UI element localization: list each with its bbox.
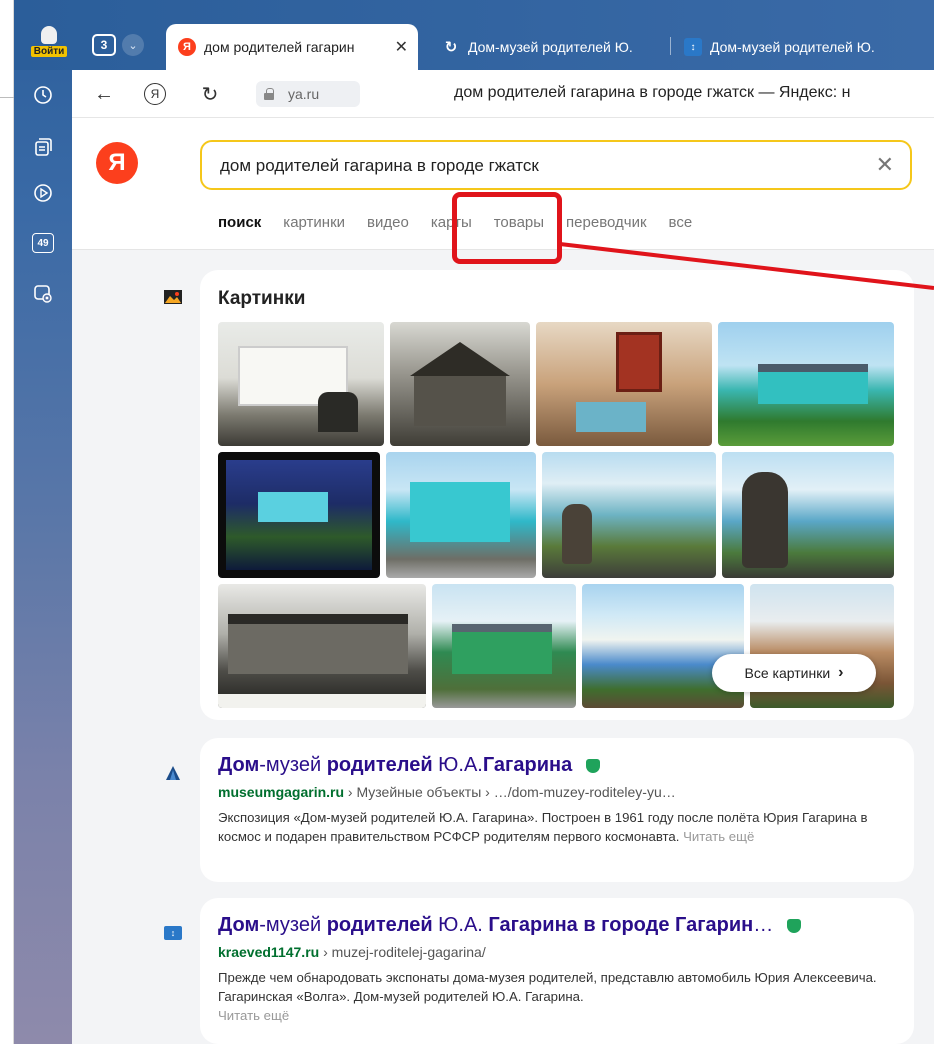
tab-2[interactable]: ↻ Дом-музей родителей Ю. bbox=[432, 24, 668, 70]
tab-title: дом родителей гагарин bbox=[204, 39, 355, 55]
left-margin bbox=[0, 0, 14, 1044]
image-thumbnail[interactable] bbox=[390, 322, 530, 446]
image-thumbnail[interactable] bbox=[432, 584, 576, 708]
image-thumbnail[interactable] bbox=[718, 322, 894, 446]
title-part: Дом bbox=[218, 914, 260, 936]
result-path: › muzej-roditelej-gagarina/ bbox=[319, 944, 486, 960]
search-query: дом родителей гагарина в городе гжатск bbox=[220, 156, 539, 175]
verified-shield-icon bbox=[585, 758, 600, 773]
yandex-logo[interactable]: Я bbox=[96, 142, 138, 184]
title-part: Гагарина bbox=[482, 754, 573, 776]
address-bar: ← Я ↻ ya.ru дом родителей гагарина в гор… bbox=[72, 70, 934, 118]
yandex-favicon-icon: Я bbox=[178, 38, 196, 56]
result-site: kraeved1147.ru bbox=[218, 944, 320, 960]
url-field[interactable]: ya.ru bbox=[256, 81, 360, 107]
title-part: Ю.А. bbox=[432, 754, 483, 776]
tab-3[interactable]: ↕ Дом-музей родителей Ю. bbox=[678, 24, 910, 70]
play-icon[interactable] bbox=[30, 180, 56, 206]
page-title: дом родителей гагарина в городе гжатск —… bbox=[454, 84, 851, 101]
image-thumbnail[interactable] bbox=[218, 452, 380, 578]
image-thumbnail[interactable] bbox=[542, 452, 716, 578]
image-thumbnail[interactable] bbox=[536, 322, 712, 446]
result-title-link[interactable]: Дом-музей родителей Ю.А. Гагарина в горо… bbox=[218, 914, 801, 937]
site-favicon-icon: ↕ bbox=[684, 38, 702, 56]
reload-icon[interactable]: ↻ bbox=[198, 82, 222, 106]
search-input[interactable]: дом родителей гагарина в городе гжатск ✕ bbox=[200, 140, 912, 190]
snippet-text: Экспозиция «Дом-музей родителей Ю.А. Гаг… bbox=[218, 810, 868, 844]
result-site: museumgagarin.ru bbox=[218, 784, 345, 800]
lock-icon bbox=[264, 88, 274, 100]
title-part: Ю.А. bbox=[432, 914, 489, 936]
tab-title: Дом-музей родителей Ю. bbox=[710, 39, 875, 55]
result-snippet: Экспозиция «Дом-музей родителей Ю.А. Гаг… bbox=[218, 808, 908, 846]
tab-title: Дом-музей родителей Ю. bbox=[468, 39, 633, 55]
title-part: родителей bbox=[326, 914, 433, 936]
login-label: Войти bbox=[30, 46, 68, 57]
kraeved-favicon-icon: ↕ bbox=[164, 926, 182, 940]
tab-translator[interactable]: переводчик bbox=[566, 214, 646, 231]
title-part: Гагарина в городе Гагарин bbox=[488, 914, 754, 936]
images-card: Картинки Все картинки › bbox=[200, 270, 914, 720]
title-part: родителей bbox=[326, 754, 433, 776]
result-path: › Музейные объекты › …/dom-muzey-roditel… bbox=[344, 784, 676, 800]
badge-count: 49 bbox=[32, 233, 54, 253]
loading-icon: ↻ bbox=[444, 39, 458, 56]
tab-count-button[interactable]: 3 bbox=[92, 34, 116, 56]
login-button[interactable]: Войти bbox=[30, 26, 68, 66]
image-section-icon bbox=[164, 290, 182, 304]
result-snippet: Прежде чем обнародовать экспонаты дома-м… bbox=[218, 968, 908, 1025]
tab-search[interactable]: поиск bbox=[218, 214, 261, 231]
clear-icon[interactable]: ✕ bbox=[876, 152, 894, 178]
chevron-right-icon: › bbox=[838, 664, 844, 681]
snippet-text: Прежде чем обнародовать экспонаты дома-м… bbox=[218, 970, 877, 1004]
close-icon[interactable]: ✕ bbox=[395, 37, 408, 57]
image-thumbnail[interactable] bbox=[218, 584, 426, 708]
image-thumbnail[interactable] bbox=[386, 452, 536, 578]
tab-active[interactable]: Я дом родителей гагарин ✕ bbox=[166, 24, 418, 70]
title-part: -музей bbox=[259, 914, 327, 936]
tab-separator bbox=[670, 37, 671, 55]
museum-favicon-icon bbox=[166, 766, 180, 780]
read-more-link[interactable]: Читать ещё bbox=[683, 829, 754, 844]
image-thumbnail[interactable] bbox=[218, 322, 384, 446]
tab-video[interactable]: видео bbox=[367, 214, 409, 231]
title-part: … bbox=[753, 914, 774, 936]
result-url[interactable]: museumgagarin.ru › Музейные объекты › …/… bbox=[218, 784, 676, 800]
tab-images[interactable]: картинки bbox=[283, 214, 345, 231]
annotation-highlight-box bbox=[452, 192, 562, 264]
result-url[interactable]: kraeved1147.ru › muzej-roditelej-gagarin… bbox=[218, 944, 486, 960]
verified-shield-icon bbox=[786, 918, 801, 933]
search-result: Дом-музей родителей Ю.А.Гагарина museumg… bbox=[200, 738, 914, 882]
all-images-button[interactable]: Все картинки › bbox=[712, 654, 876, 692]
image-thumbnail[interactable] bbox=[722, 452, 894, 578]
title-part: Дом bbox=[218, 754, 260, 776]
back-arrow-icon[interactable]: ← bbox=[92, 82, 116, 106]
result-title-link[interactable]: Дом-музей родителей Ю.А.Гагарина bbox=[218, 754, 600, 777]
browser-sidebar: 49 bbox=[14, 0, 72, 1044]
yandex-home-icon[interactable]: Я bbox=[144, 83, 166, 105]
user-icon bbox=[41, 26, 57, 44]
image-thumbnail[interactable] bbox=[582, 584, 744, 708]
url-text: ya.ru bbox=[288, 86, 320, 102]
chevron-down-icon[interactable]: ⌄ bbox=[122, 34, 144, 56]
collections-icon[interactable] bbox=[30, 134, 56, 160]
history-icon[interactable] bbox=[30, 82, 56, 108]
read-more-link[interactable]: Читать ещё bbox=[218, 1008, 289, 1023]
notifications-badge[interactable]: 49 bbox=[30, 230, 56, 256]
images-title: Картинки bbox=[218, 288, 306, 309]
search-result: Дом-музей родителей Ю.А. Гагарина в горо… bbox=[200, 898, 914, 1044]
tab-all[interactable]: все bbox=[669, 214, 693, 231]
title-part: -музей bbox=[259, 754, 327, 776]
page-content: Я дом родителей гагарина в городе гжатск… bbox=[72, 118, 934, 1044]
screenshot-icon[interactable] bbox=[30, 280, 56, 306]
all-images-label: Все картинки bbox=[744, 665, 831, 681]
tab-bar: Войти 3 ⌄ Я дом родителей гагарин ✕ ↻ До… bbox=[14, 0, 934, 70]
